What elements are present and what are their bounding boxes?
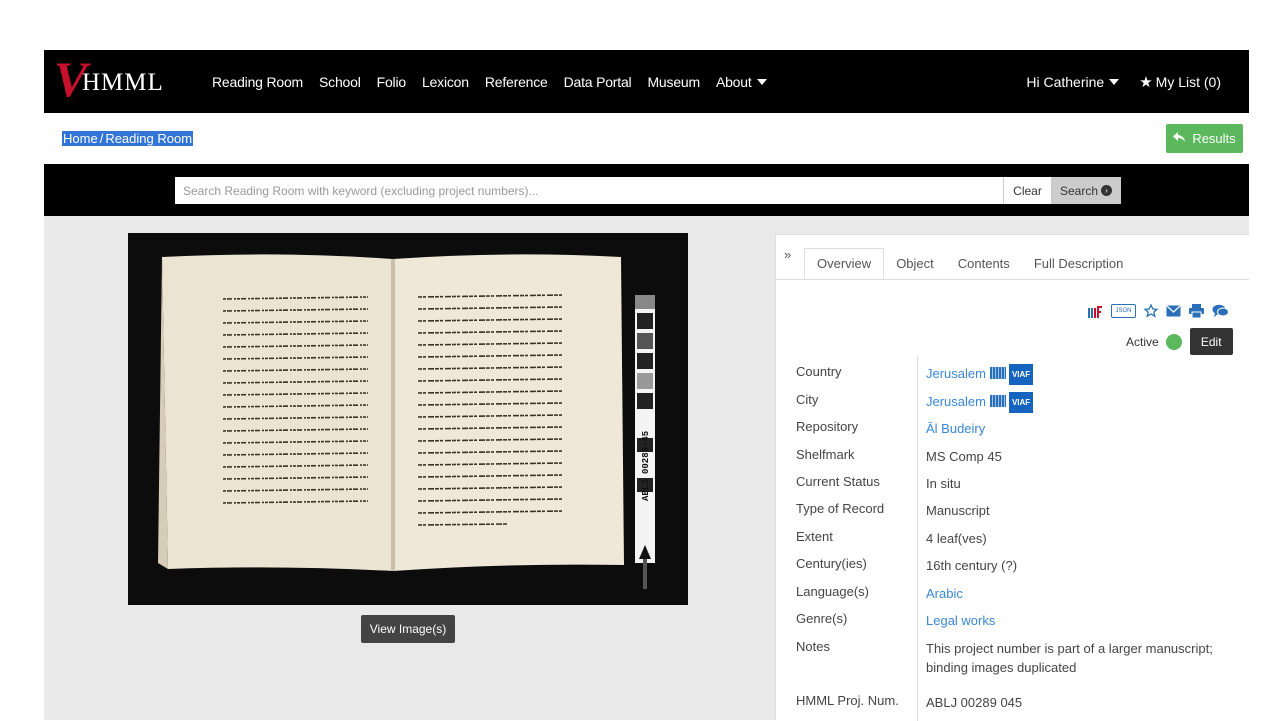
field-label: Extent	[796, 529, 833, 544]
breadcrumb-reading-room[interactable]: Reading Room	[104, 131, 194, 146]
city-link[interactable]: Jerusalem	[926, 394, 986, 409]
search-label: Search	[1059, 183, 1099, 198]
edit-button[interactable]: Edit	[1189, 328, 1233, 355]
nav-link-data-portal[interactable]: Data Portal	[564, 74, 632, 90]
nav-link-school[interactable]: School	[319, 74, 361, 90]
nav-link-about[interactable]: About	[716, 74, 767, 90]
action-icons: JSON	[1079, 301, 1249, 321]
chevron-right-circle-icon: ›	[1101, 185, 1113, 196]
tab-contents[interactable]: Contents	[946, 248, 1022, 279]
field-value: In situ	[926, 476, 961, 491]
language-link[interactable]: Arabic	[926, 584, 1236, 603]
field-value: 4 leaf(ves)	[926, 531, 987, 546]
field-label: Country	[796, 364, 842, 379]
field-label: Repository	[796, 419, 859, 434]
my-list-label: My List (0)	[1155, 73, 1221, 90]
user-menu[interactable]: Hi Catherine	[1026, 73, 1120, 90]
vhmml-logo[interactable]: V HMML	[52, 54, 172, 106]
field-label: City	[796, 392, 819, 407]
manuscript-photo	[128, 233, 688, 605]
tab-overview[interactable]: Overview	[804, 248, 885, 279]
field-value: Manuscript	[926, 503, 990, 518]
about-label: About	[715, 73, 752, 90]
star-outline-icon[interactable]	[1144, 304, 1158, 318]
tab-bar: Overview Object Contents Full Descriptio…	[804, 248, 1135, 279]
field-value: Jerusalem VIAF	[926, 364, 1236, 385]
genre-link[interactable]: Legal works	[926, 611, 1236, 630]
caret-down-icon	[1109, 78, 1120, 85]
nav-link-lexicon[interactable]: Lexicon	[422, 74, 469, 90]
reply-arrow-icon	[1173, 131, 1186, 146]
email-icon[interactable]	[1166, 305, 1181, 317]
library-icon[interactable]	[989, 367, 1006, 379]
caret-down-icon	[756, 78, 767, 85]
top-navbar: V HMML Reading Room School Folio Lexicon…	[44, 50, 1249, 113]
tab-object[interactable]: Object	[884, 248, 946, 279]
search-input[interactable]: Search Reading Room with keyword (exclud…	[175, 177, 1003, 204]
nav-links: Reading Room School Folio Lexicon Refere…	[212, 50, 783, 113]
tab-underline	[776, 279, 1249, 280]
status-row: Active Edit	[1126, 328, 1233, 355]
field-label: Type of Record	[796, 501, 885, 516]
field-label: HMML Proj. Num.	[796, 693, 899, 708]
nav-right: Hi Catherine ★ My List (0)	[1026, 50, 1221, 113]
field-value: 16th century (?)	[926, 558, 1018, 573]
details-panel: » Overview Object Contents Full Descript…	[775, 234, 1249, 721]
country-link[interactable]: Jerusalem	[926, 366, 986, 381]
field-value: ABLJ 00289 045	[926, 695, 1023, 710]
logo-text: HMML	[82, 69, 164, 96]
nav-link-reading-room[interactable]: Reading Room	[212, 74, 303, 90]
nav-link-folio[interactable]: Folio	[377, 74, 407, 90]
iiif-icon[interactable]	[1087, 304, 1103, 318]
field-value: Jerusalem VIAF	[926, 392, 1236, 413]
json-icon[interactable]: JSON	[1111, 304, 1136, 318]
status-label: Active	[1126, 334, 1159, 349]
nav-link-reference[interactable]: Reference	[485, 74, 548, 90]
manuscript-image[interactable]: ABLJ 00289-45	[128, 233, 688, 605]
tab-full-description[interactable]: Full Description	[1022, 248, 1136, 279]
field-value: This project number is part of a larger …	[926, 641, 1213, 675]
field-label: Notes	[796, 639, 830, 654]
repository-link[interactable]: Āl Budeiry	[926, 419, 1236, 438]
view-images-button[interactable]: View Image(s)	[361, 615, 455, 643]
field-label: Century(ies)	[796, 556, 867, 571]
ruler-label: ABLJ 00289-45	[641, 430, 651, 501]
results-button[interactable]: Results	[1166, 124, 1243, 153]
comments-icon[interactable]	[1212, 304, 1229, 318]
search-bar: Search Reading Room with keyword (exclud…	[44, 164, 1249, 216]
viaf-badge[interactable]: VIAF	[1008, 392, 1034, 413]
collapse-toggle-icon[interactable]: »	[784, 247, 791, 262]
field-label: Genre(s)	[796, 611, 848, 626]
status-indicator	[1165, 333, 1182, 350]
field-label: Current Status	[796, 474, 880, 489]
field-label: Shelfmark	[796, 447, 855, 462]
breadcrumb-bar: Home / Reading Room Results	[44, 113, 1249, 164]
my-list-link[interactable]: ★ My List (0)	[1139, 73, 1221, 91]
user-greeting: Hi Catherine	[1026, 73, 1105, 90]
clear-button[interactable]: Clear	[1003, 177, 1051, 204]
star-icon: ★	[1139, 73, 1153, 91]
results-label: Results	[1192, 131, 1236, 146]
print-icon[interactable]	[1189, 304, 1204, 318]
field-value: MS Comp 45	[926, 449, 1002, 464]
breadcrumb: Home / Reading Room	[62, 131, 194, 146]
field-label: Language(s)	[796, 584, 869, 599]
nav-link-museum[interactable]: Museum	[647, 74, 700, 90]
search-button[interactable]: Search ›	[1051, 177, 1121, 204]
library-icon[interactable]	[989, 395, 1006, 407]
viaf-badge[interactable]: VIAF	[1008, 364, 1034, 385]
breadcrumb-home[interactable]: Home	[62, 131, 99, 146]
